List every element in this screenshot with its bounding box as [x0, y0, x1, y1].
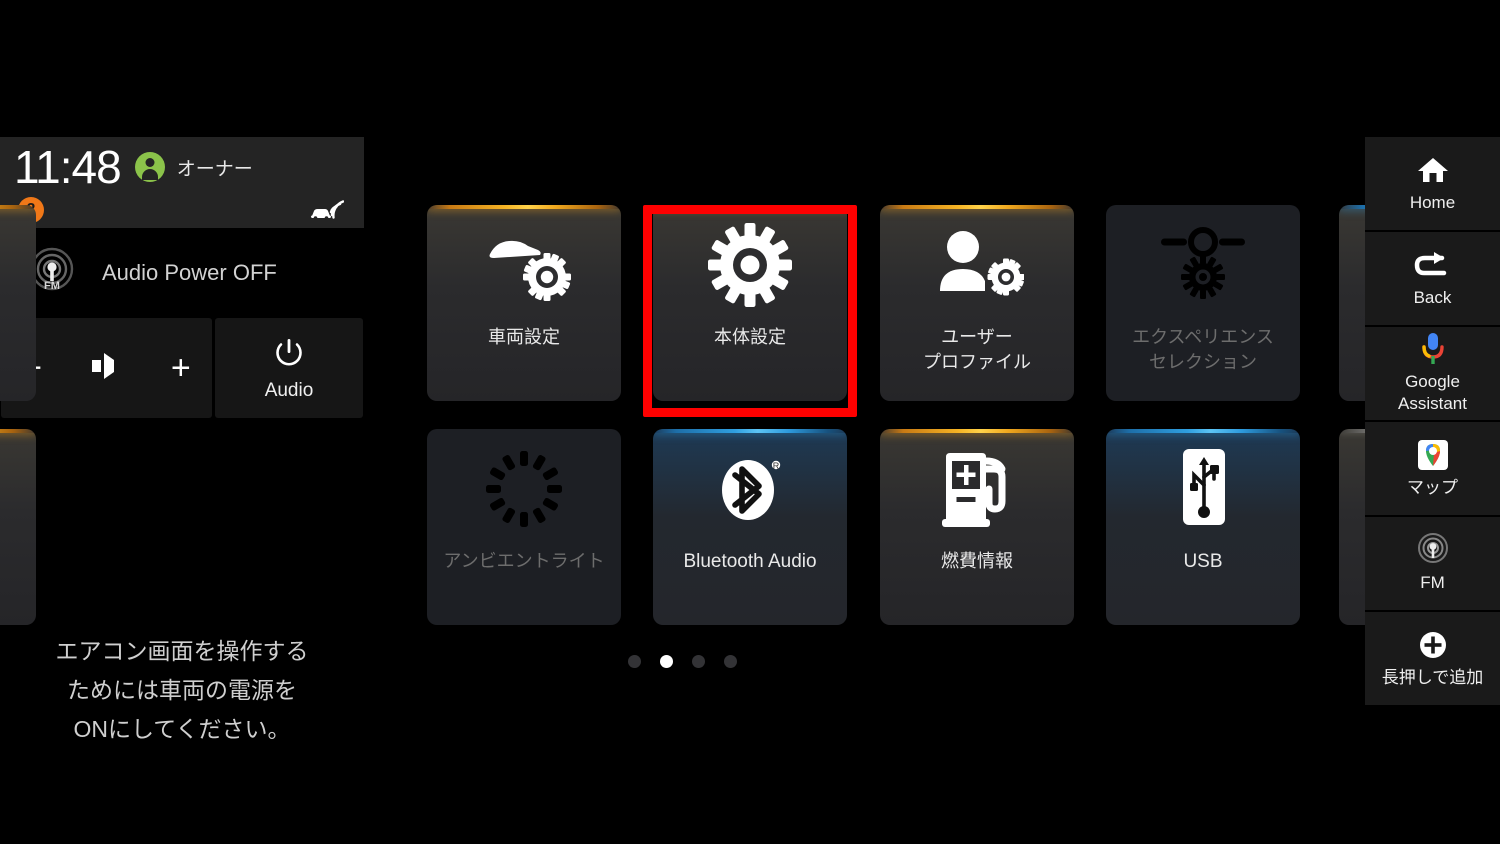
tile-accent-bar [653, 205, 847, 209]
tile-label: 車両設定 [488, 327, 560, 347]
person-avatar-icon[interactable] [134, 152, 165, 182]
tile-label: ユーザー プロファイル [923, 327, 1031, 372]
sidebar-item-label: FM [1420, 573, 1445, 592]
tile-accent-bar [0, 205, 36, 209]
tile-label: アンビエントライト [443, 551, 605, 571]
page-dot-active[interactable] [660, 655, 673, 668]
tile-partial-left-row2[interactable] [0, 429, 36, 625]
page-dot[interactable] [628, 655, 641, 668]
tile-usb[interactable]: USB [1106, 429, 1300, 625]
tile-accent-bar [880, 205, 1074, 209]
sidebar-item-label: Google Assistant [1398, 372, 1467, 413]
sidebar-item-label: Home [1409, 193, 1456, 212]
sidebar-item-label: 長押しで追加 [1381, 668, 1484, 687]
tile-bluetooth-audio[interactable]: R Bluetooth Audio [653, 429, 847, 625]
google-assistant-mic-icon [1420, 332, 1446, 366]
tile-label: 本体設定 [714, 327, 786, 347]
tile-label: エクスペリエンス セレクション [1132, 327, 1274, 372]
experience-selection-icon [1106, 205, 1300, 325]
tile-accent-bar [880, 429, 1074, 433]
tile-system-settings[interactable]: 本体設定 [653, 205, 847, 401]
tile-accent-bar [427, 205, 621, 209]
sidebar-item-back[interactable]: Back [1365, 232, 1500, 325]
system-settings-gear-icon [653, 205, 847, 325]
vehicle-settings-icon [427, 205, 621, 325]
tile-label: USB [1183, 551, 1223, 572]
right-sidebar: Home Back Google Assistant マップ FM 長押しで追加 [1365, 137, 1500, 705]
tile-label: Bluetooth Audio [683, 551, 817, 572]
back-arrow-icon [1414, 248, 1452, 282]
user-name-label: オーナー [176, 158, 253, 180]
tile-accent-bar [1106, 429, 1300, 433]
sidebar-item-home[interactable]: Home [1365, 137, 1500, 230]
tile-accent-bar [0, 429, 36, 433]
clock: 11:48 [14, 141, 122, 193]
tile-ambient-light[interactable]: アンビエントライト [427, 429, 621, 625]
tile-user-profile[interactable]: ユーザー プロファイル [880, 205, 1074, 401]
sidebar-item-add-shortcut[interactable]: 長押しで追加 [1365, 612, 1500, 705]
sidebar-item-fm[interactable]: FM [1365, 517, 1500, 610]
page-dot[interactable] [692, 655, 705, 668]
status-bar-top-row: 11:48 オーナー [14, 141, 350, 193]
page-dot[interactable] [724, 655, 737, 668]
fuel-economy-icon [880, 429, 1074, 549]
sidebar-item-google-assistant[interactable]: Google Assistant [1365, 327, 1500, 420]
tile-partial-left-row1[interactable] [0, 205, 36, 401]
tile-accent-bar [653, 429, 847, 433]
page-indicator [0, 655, 1365, 668]
app-tile-grid: 車両設定 本体設定 ユーザー プロファイル エクスペリエンス セレクション アン… [0, 205, 1500, 625]
tile-vehicle-settings[interactable]: 車両設定 [427, 205, 621, 401]
hvac-unavailable-message: エアコン画面を操作する ためには車両の電源を ONにしてください。 [55, 638, 309, 742]
ambient-light-icon [427, 429, 621, 549]
home-icon [1416, 153, 1450, 187]
fm-radio-icon [1416, 533, 1450, 567]
tile-fuel-economy[interactable]: 燃費情報 [880, 429, 1074, 625]
sidebar-item-label: Back [1413, 288, 1452, 307]
google-maps-icon [1416, 438, 1450, 472]
tile-label: 燃費情報 [941, 551, 1013, 571]
usb-icon [1106, 429, 1300, 549]
user-profile-settings-icon [880, 205, 1074, 325]
svg-text:R: R [773, 461, 780, 471]
infotainment-screen: 11:48 オーナー 2 [0, 0, 1500, 844]
sidebar-item-maps[interactable]: マップ [1365, 422, 1500, 515]
plus-circle-icon [1418, 628, 1448, 662]
tile-experience-selection[interactable]: エクスペリエンス セレクション [1106, 205, 1300, 401]
bluetooth-icon: R [653, 429, 847, 549]
sidebar-item-label: マップ [1407, 478, 1458, 497]
